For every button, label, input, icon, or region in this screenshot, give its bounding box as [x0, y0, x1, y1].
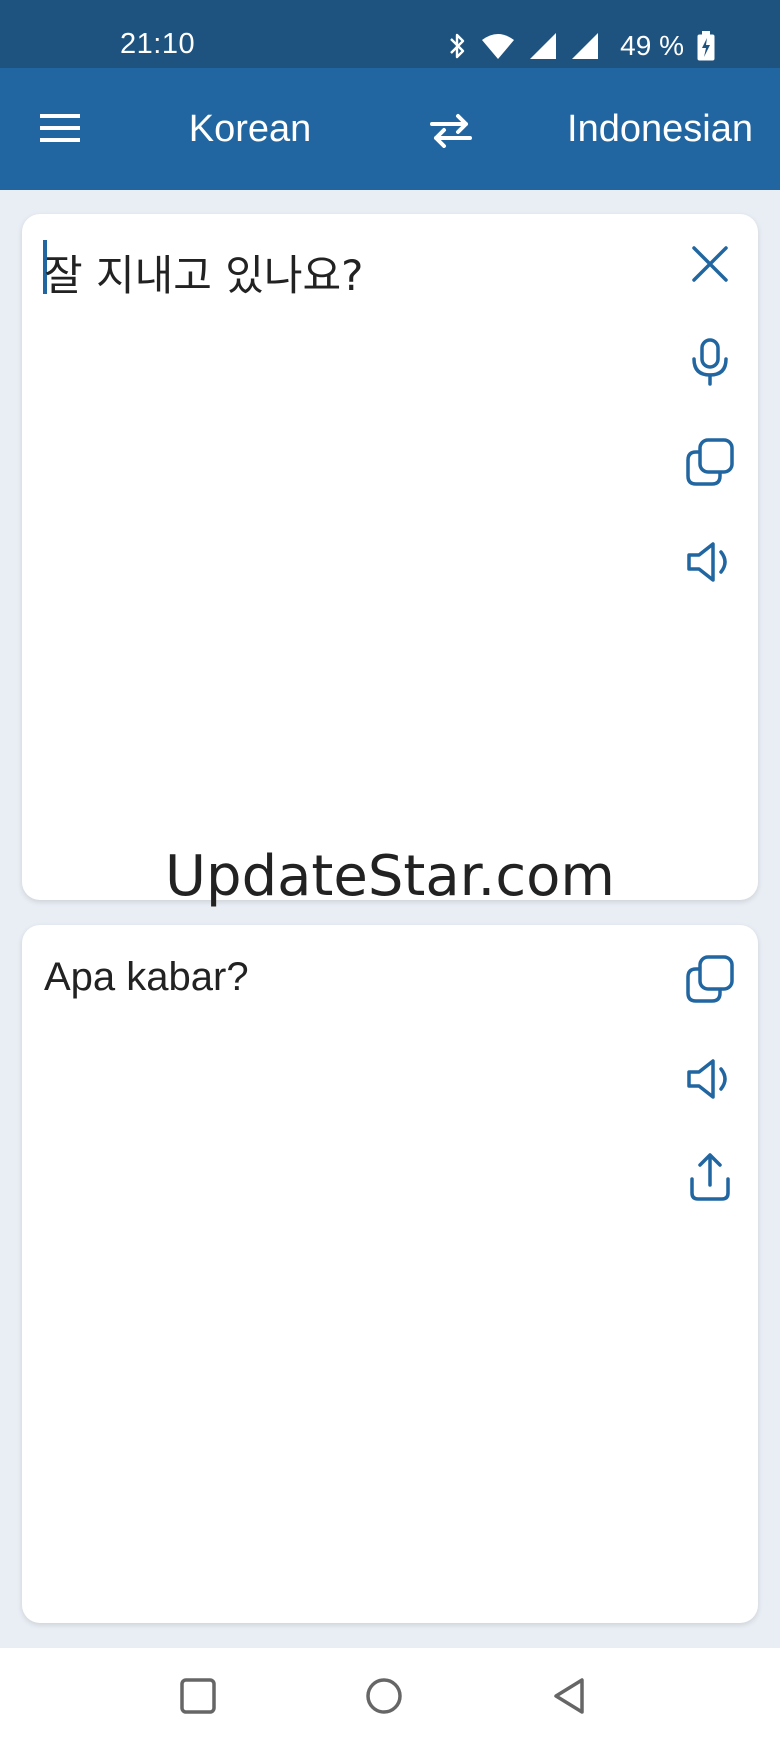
status-icons: 49 %	[448, 28, 716, 64]
close-icon	[692, 246, 728, 282]
recents-square-icon	[180, 1678, 216, 1714]
menu-icon	[40, 114, 80, 142]
clear-text-button[interactable]	[682, 236, 738, 292]
speak-translation-button[interactable]	[682, 1051, 738, 1107]
signal-icon	[530, 33, 557, 59]
share-translation-button[interactable]	[682, 1149, 738, 1205]
home-button[interactable]	[362, 1674, 406, 1718]
menu-button[interactable]	[38, 110, 82, 146]
bluetooth-icon	[450, 33, 465, 59]
share-icon	[690, 1153, 730, 1201]
copy-icon	[686, 438, 734, 486]
speak-source-button[interactable]	[682, 534, 738, 590]
translated-text: Apa kabar?	[44, 955, 249, 999]
target-language-selector[interactable]: Indonesian	[540, 108, 780, 151]
status-bar: 21:10 49 %	[0, 0, 780, 68]
watermark: UpdateStar.com	[165, 844, 615, 909]
battery-charging-icon	[697, 31, 715, 61]
swap-languages-button[interactable]	[428, 112, 474, 148]
signal-icon	[572, 33, 599, 59]
status-time: 21:10	[120, 28, 196, 60]
source-text-panel: 잘 지내고 있나요? UpdateStar.com	[22, 214, 758, 909]
translation-panel: Apa kabar?	[22, 925, 758, 1623]
recents-button[interactable]	[176, 1674, 220, 1718]
copy-icon	[686, 955, 734, 1003]
microphone-button[interactable]	[682, 334, 738, 390]
speaker-icon	[687, 542, 727, 582]
speaker-icon	[687, 1059, 727, 1099]
wifi-icon	[482, 34, 515, 59]
copy-source-button[interactable]	[682, 434, 738, 490]
app-bar: Korean Indonesian	[0, 68, 780, 190]
copy-translation-button[interactable]	[682, 951, 738, 1007]
system-navigation-bar	[0, 1648, 780, 1742]
microphone-icon	[692, 338, 728, 386]
back-button[interactable]	[548, 1674, 592, 1718]
home-circle-icon	[366, 1678, 402, 1714]
battery-percent: 49 %	[620, 30, 684, 61]
source-text-input[interactable]: 잘 지내고 있나요?	[44, 242, 363, 303]
back-triangle-icon	[554, 1678, 584, 1714]
source-language-selector[interactable]: Korean	[150, 108, 350, 151]
swap-arrows-icon	[430, 114, 472, 148]
